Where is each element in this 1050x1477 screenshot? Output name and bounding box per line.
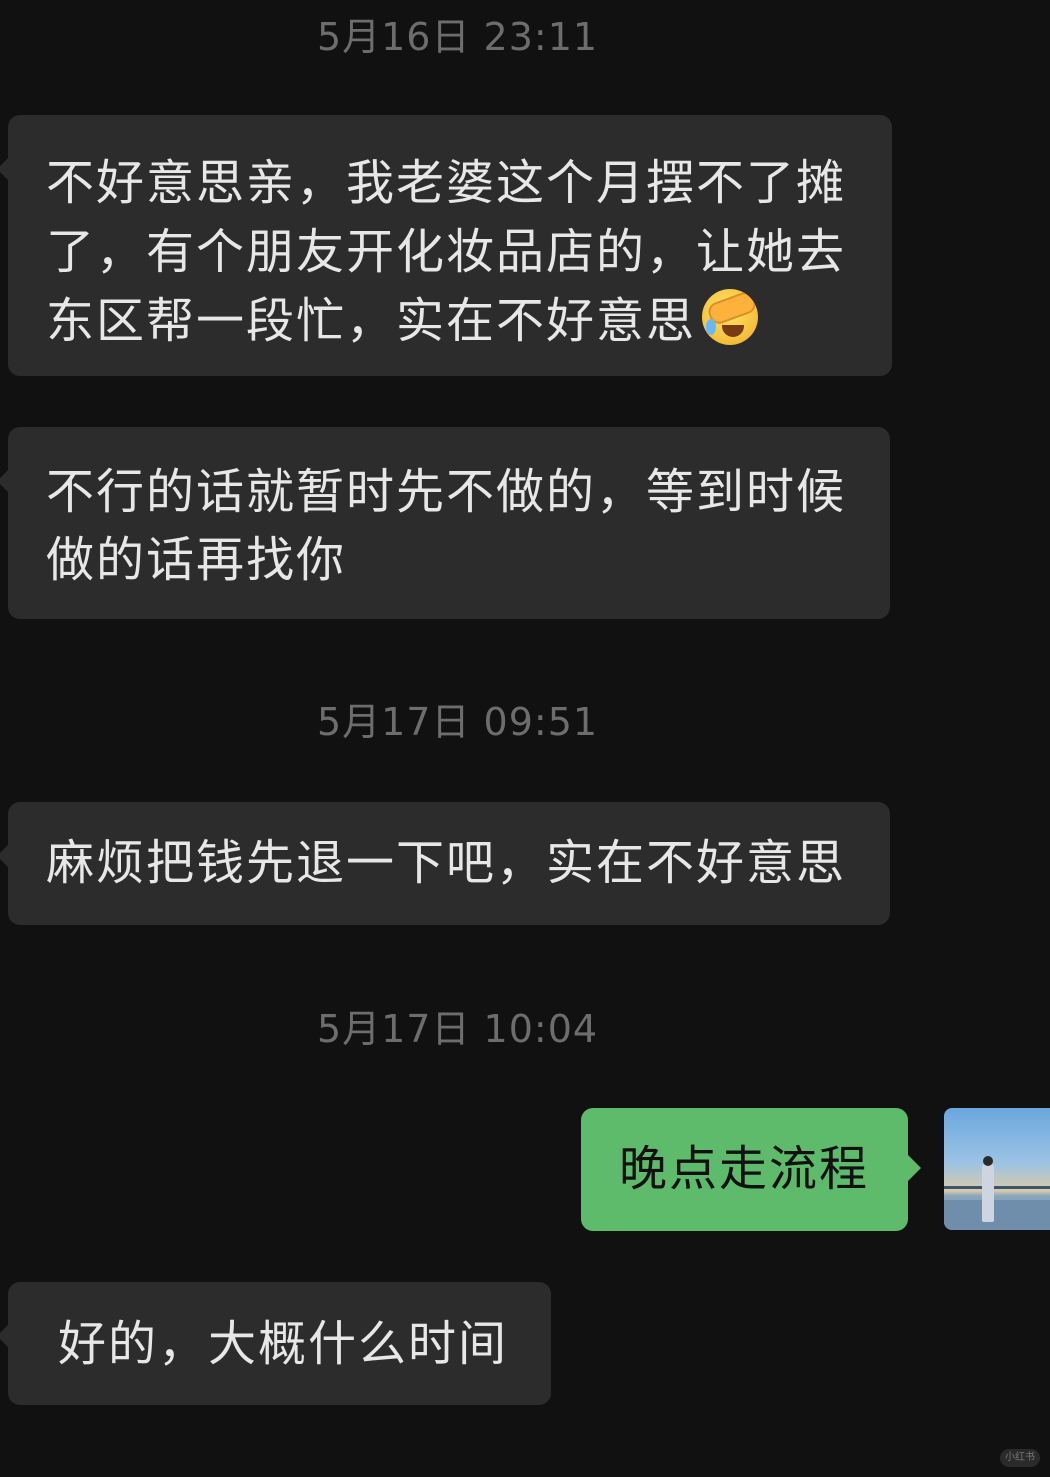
avatar-horizon <box>944 1186 1050 1189</box>
message-line: 不行的话就暂时先不做的，等到时候 <box>46 464 847 520</box>
message-text: 东区帮一段忙，实在不好意思 <box>46 293 697 349</box>
avatar-pier <box>944 1200 1050 1230</box>
message-line: 东区帮一段忙，实在不好意思 <box>46 287 892 356</box>
timestamp-2: 5月17日 09:51 <box>316 700 599 744</box>
outgoing-message[interactable]: 晚点走流程 <box>581 1108 921 1231</box>
message-line: 做的话再找你 <box>46 532 347 588</box>
message-line: 好的，大概什么时间 <box>58 1316 509 1372</box>
xiaohongshu-watermark: 小红书 <box>1000 1449 1040 1467</box>
incoming-message-3[interactable]: 麻烦把钱先退一下吧，实在不好意思 <box>0 802 890 925</box>
timestamp-3: 5月17日 10:04 <box>316 1007 599 1051</box>
timestamp-1: 5月16日 23:11 <box>316 15 599 59</box>
incoming-message-4[interactable]: 好的，大概什么时间 <box>0 1282 551 1405</box>
message-line: 晚点走流程 <box>619 1141 870 1197</box>
incoming-message-2[interactable]: 不行的话就暂时先不做的，等到时候 做的话再找你 <box>0 427 890 619</box>
message-line: 了，有个朋友开化妆品店的，让她去 <box>46 224 847 280</box>
message-line: 麻烦把钱先退一下吧，实在不好意思 <box>46 835 847 891</box>
incoming-message-1[interactable]: 不好意思亲，我老婆这个月摆不了摊 了，有个朋友开化妆品店的，让她去 东区帮一段忙… <box>0 115 892 376</box>
crying-laughing-emoji-icon <box>702 289 759 345</box>
avatar-head <box>983 1156 993 1166</box>
user-avatar[interactable] <box>944 1108 1050 1230</box>
message-line: 不好意思亲，我老婆这个月摆不了摊 <box>46 155 847 211</box>
avatar-figure <box>982 1162 994 1222</box>
